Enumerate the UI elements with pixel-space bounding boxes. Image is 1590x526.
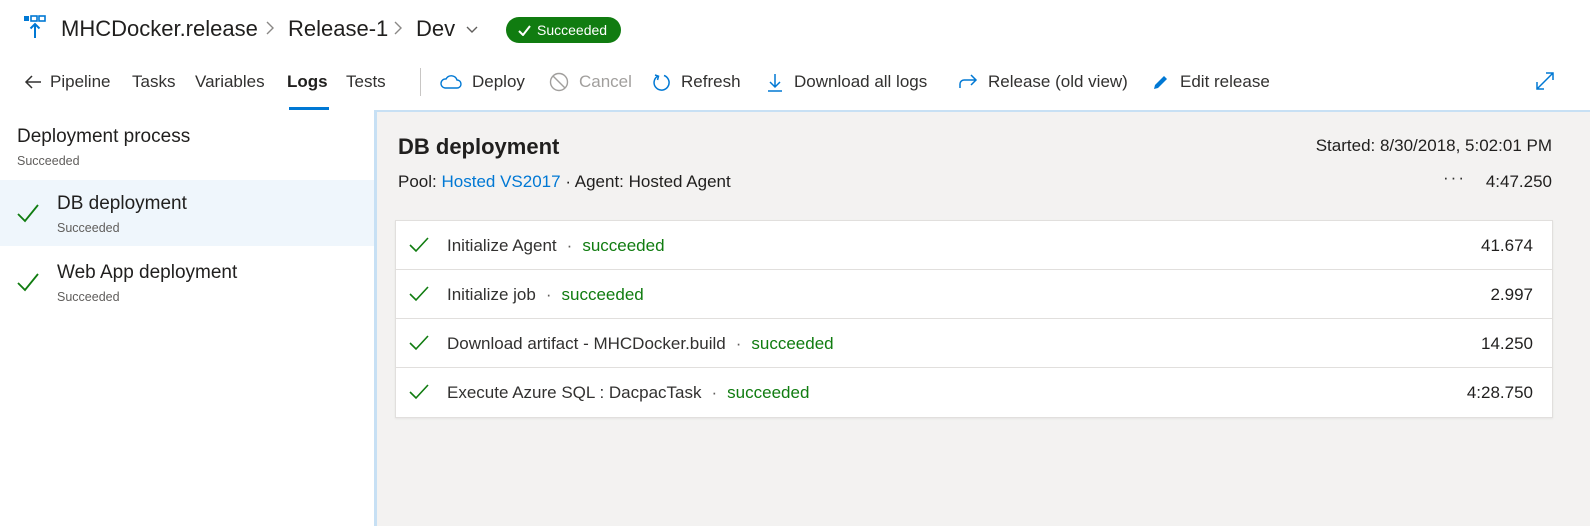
job-title: DB deployment [398, 134, 560, 159]
task-status: succeeded [561, 285, 644, 304]
breadcrumb-pipeline[interactable]: MHCDocker.release [61, 16, 258, 42]
job-details-panel: DB deployment Pool: Hosted VS2017 · Agen… [377, 112, 1590, 526]
breadcrumb-release[interactable]: Release-1 [288, 16, 388, 42]
stages-panel: Deployment process Succeeded DB deployme… [0, 112, 374, 526]
stage-name: Web App deployment [57, 262, 238, 283]
release-pipeline-icon [24, 15, 46, 38]
arrow-left-icon [24, 75, 41, 89]
task-list: Initialize Agent · succeeded 41.674 Initia… [395, 220, 1553, 418]
status-badge-label: Succeeded [537, 22, 608, 38]
task-status: succeeded [727, 383, 810, 402]
task-row[interactable]: Download artifact - MHCDocker.build · succ… [396, 319, 1552, 368]
active-tab-indicator [289, 107, 329, 110]
cancel-label: Cancel [579, 72, 632, 91]
task-name: Execute Azure SQL : DacpacTask [447, 383, 702, 402]
tab-tests[interactable]: Tests [346, 72, 386, 92]
cancel-icon [549, 72, 569, 92]
task-row[interactable]: Initialize job · succeeded 2.997 [396, 270, 1552, 319]
stage-web-app-deployment[interactable]: Web App deployment Succeeded [0, 249, 374, 315]
expand-icon[interactable] [1534, 70, 1556, 92]
task-name: Download artifact - MHCDocker.build [447, 334, 726, 353]
refresh-icon [653, 74, 670, 91]
checkmark-icon [409, 384, 429, 400]
separator-dot: · [735, 334, 742, 353]
redo-arrow-icon [959, 74, 978, 88]
task-row[interactable]: Initialize Agent · succeeded 41.674 [396, 221, 1552, 270]
tab-tests-label: Tests [346, 72, 386, 91]
stage-status: Succeeded [57, 290, 120, 304]
task-duration: 14.250 [1481, 334, 1533, 353]
download-icon [768, 74, 782, 92]
pool-label: Pool: [398, 172, 437, 191]
release-old-view-button[interactable]: Release (old view) [958, 72, 1128, 92]
stage-status: Succeeded [57, 221, 120, 235]
tab-tasks[interactable]: Tasks [132, 72, 175, 92]
stage-name: DB deployment [57, 193, 187, 214]
refresh-button[interactable]: Refresh [653, 72, 741, 92]
deployment-process-status: Succeeded [17, 154, 80, 168]
checkmark-icon [17, 204, 39, 223]
download-all-logs-button[interactable]: Download all logs [766, 72, 927, 92]
tab-pipeline-label: Pipeline [50, 72, 111, 91]
task-duration: 4:28.750 [1466, 383, 1533, 402]
breadcrumb-stage[interactable]: Dev [416, 16, 455, 42]
task-status: succeeded [751, 334, 834, 353]
checkmark-icon [409, 286, 429, 302]
checkmark-icon [17, 273, 39, 292]
cloud-icon [440, 75, 462, 89]
separator-dot: · [545, 285, 552, 304]
tab-pipeline[interactable]: Pipeline [24, 72, 111, 92]
status-badge: Succeeded [506, 17, 622, 43]
more-options-button[interactable]: ··· [1443, 168, 1466, 188]
chevron-right-icon [266, 21, 274, 35]
job-started-time: Started: 8/30/2018, 5:02:01 PM [1315, 136, 1552, 155]
header: MHCDocker.release Release-1 Dev Succeede… [0, 0, 1590, 56]
task-row[interactable]: Execute Azure SQL : DacpacTask · succeeded… [396, 368, 1552, 417]
task-name: Initialize job [447, 285, 536, 304]
deploy-label: Deploy [472, 72, 525, 91]
tab-logs-label: Logs [287, 72, 328, 91]
toolbar: Pipeline Tasks Variables Logs Tests Depl… [0, 60, 1590, 112]
tab-logs[interactable]: Logs [287, 72, 328, 92]
checkmark-icon [518, 24, 531, 36]
checkmark-icon [409, 237, 429, 253]
download-all-logs-label: Download all logs [794, 72, 928, 91]
task-duration: 41.674 [1481, 236, 1533, 255]
edit-release-button[interactable]: Edit release [1152, 72, 1270, 92]
checkmark-icon [409, 335, 429, 351]
task-name: Initialize Agent [447, 236, 557, 255]
task-status: succeeded [582, 236, 665, 255]
separator-dot: · [711, 383, 718, 402]
agent-info: · Agent: Hosted Agent [565, 172, 731, 191]
toolbar-divider [420, 68, 421, 96]
separator-dot: · [566, 236, 573, 255]
cancel-button[interactable]: Cancel [549, 72, 632, 92]
tab-variables-label: Variables [195, 72, 265, 91]
refresh-label: Refresh [681, 72, 741, 91]
job-duration: 4:47.250 [1485, 172, 1552, 191]
pencil-icon [1154, 76, 1167, 89]
edit-release-label: Edit release [1180, 72, 1270, 91]
deployment-process-title: Deployment process [17, 126, 191, 147]
chevron-right-icon [394, 21, 402, 35]
release-old-view-label: Release (old view) [988, 72, 1128, 91]
tab-tasks-label: Tasks [132, 72, 176, 91]
tab-variables[interactable]: Variables [195, 72, 265, 92]
pool-link[interactable]: Hosted VS2017 [441, 172, 560, 191]
chevron-down-icon[interactable] [465, 22, 479, 38]
task-duration: 2.997 [1490, 285, 1533, 304]
stage-db-deployment[interactable]: DB deployment Succeeded [0, 180, 374, 246]
job-meta: Pool: Hosted VS2017 · Agent: Hosted Agen… [398, 172, 731, 192]
deploy-button[interactable]: Deploy [440, 72, 525, 92]
